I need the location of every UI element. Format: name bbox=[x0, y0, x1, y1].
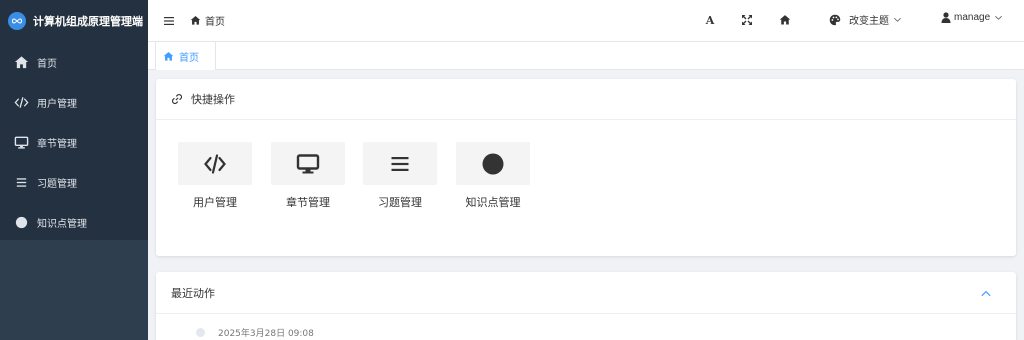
chevron-down-icon bbox=[894, 17, 901, 22]
card-header: 最近动作 bbox=[156, 272, 1016, 314]
sidebar-menu: 首页 用户管理 章节管理 习题管理 知识点管理 bbox=[0, 42, 148, 242]
quick-action-exercises[interactable]: 习题管理 bbox=[363, 142, 437, 210]
user-icon bbox=[941, 12, 951, 23]
timeline-item: 2025年3月28日 09:08 bbox=[196, 326, 314, 339]
quick-action-box bbox=[363, 142, 437, 185]
monitor-icon bbox=[13, 134, 29, 150]
user-dropdown[interactable]: manage bbox=[941, 12, 1003, 23]
tab-home[interactable]: 首页 bbox=[155, 42, 216, 70]
code-icon bbox=[13, 94, 29, 110]
chevron-up-icon[interactable] bbox=[980, 288, 992, 300]
menu-toggle-icon[interactable] bbox=[163, 14, 175, 26]
home-icon bbox=[13, 54, 29, 70]
list-icon bbox=[391, 156, 409, 171]
theme-dropdown[interactable]: 改变主题 bbox=[829, 12, 902, 27]
top-header: 首页 A 改变主题 manage bbox=[148, 0, 1024, 42]
quick-action-knowledge[interactable]: 知识点管理 bbox=[456, 142, 530, 210]
recent-actions-card: 最近动作 2025年3月28日 09:08 bbox=[156, 272, 1016, 340]
sidebar-item-knowledge[interactable]: 知识点管理 bbox=[0, 202, 148, 242]
sidebar-item-label: 用户管理 bbox=[37, 98, 77, 110]
chevron-down-icon bbox=[995, 15, 1003, 20]
app-title: 计算机组成原理管理端 bbox=[33, 15, 143, 28]
quick-action-label: 习题管理 bbox=[378, 196, 422, 209]
sidebar-item-label: 章节管理 bbox=[37, 138, 77, 150]
infinity-icon bbox=[8, 12, 26, 30]
sidebar-item-chapters[interactable]: 章节管理 bbox=[0, 122, 148, 162]
quick-action-chapters[interactable]: 章节管理 bbox=[271, 142, 345, 210]
monitor-icon bbox=[296, 153, 320, 173]
home-icon bbox=[163, 51, 174, 61]
sidebar-item-label: 知识点管理 bbox=[37, 218, 87, 230]
card-header: 快捷操作 bbox=[156, 79, 1016, 120]
sidebar-item-home[interactable]: 首页 bbox=[0, 42, 148, 82]
tab-label: 首页 bbox=[179, 52, 199, 64]
sidebar-item-label: 首页 bbox=[37, 58, 57, 70]
sidebar-item-label: 习题管理 bbox=[37, 178, 77, 190]
quick-action-label: 用户管理 bbox=[193, 196, 237, 209]
breadcrumb-label: 首页 bbox=[205, 17, 225, 28]
quick-action-box bbox=[178, 142, 252, 185]
palette-icon bbox=[829, 14, 841, 25]
sidebar: 计算机组成原理管理端 首页 用户管理 章节管理 习题管理 知识点管理 bbox=[0, 0, 148, 340]
quick-action-label: 章节管理 bbox=[286, 196, 330, 209]
home-icon bbox=[190, 16, 201, 25]
card-title: 最近动作 bbox=[171, 286, 215, 300]
code-icon bbox=[204, 153, 226, 174]
user-name: manage bbox=[954, 12, 991, 23]
sidebar-item-exercises[interactable]: 习题管理 bbox=[0, 162, 148, 202]
quick-action-label: 知识点管理 bbox=[465, 196, 521, 209]
font-size-icon[interactable]: A bbox=[703, 13, 717, 27]
card-title: 快捷操作 bbox=[191, 93, 235, 106]
tags-view-bar: 首页 bbox=[148, 42, 1024, 70]
theme-label: 改变主题 bbox=[849, 16, 889, 27]
circle-icon bbox=[13, 214, 29, 230]
fullscreen-icon[interactable] bbox=[740, 13, 754, 27]
breadcrumb[interactable]: 首页 bbox=[190, 13, 225, 28]
timeline-dot bbox=[196, 328, 205, 337]
quick-action-box bbox=[456, 142, 530, 185]
app-logo[interactable]: 计算机组成原理管理端 bbox=[0, 0, 148, 42]
sidebar-item-users[interactable]: 用户管理 bbox=[0, 82, 148, 122]
quick-action-box bbox=[271, 142, 345, 185]
home-icon[interactable] bbox=[778, 13, 792, 27]
circle-icon bbox=[482, 153, 504, 174]
list-icon bbox=[13, 174, 29, 190]
link-icon bbox=[171, 93, 183, 105]
quick-actions-card: 快捷操作 用户管理 章节管理 习题管理 知识点管理 bbox=[156, 79, 1016, 256]
quick-action-users[interactable]: 用户管理 bbox=[178, 142, 252, 210]
timeline-timestamp: 2025年3月28日 09:08 bbox=[218, 329, 314, 339]
